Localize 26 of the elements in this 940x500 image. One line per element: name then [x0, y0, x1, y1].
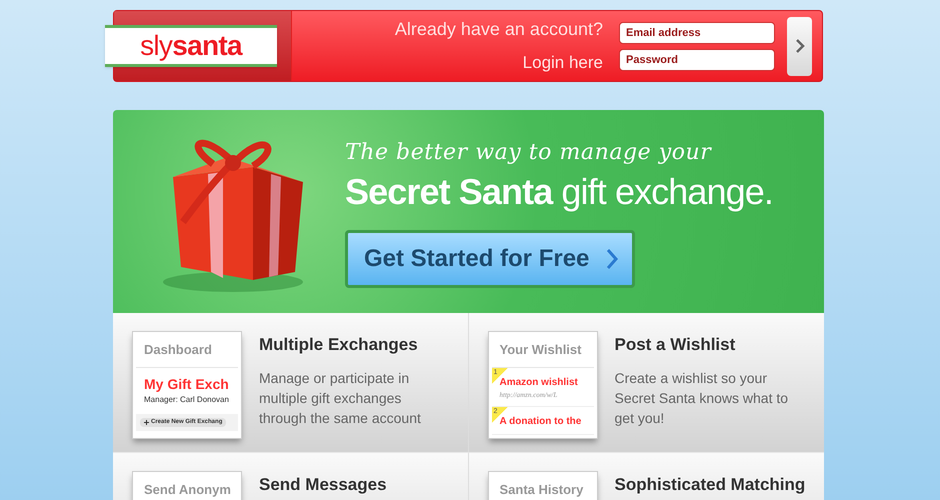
feature-title: Send Messages: [259, 474, 387, 496]
chevron-right-icon: [605, 246, 620, 270]
thumbnail-heading: Dashboard: [144, 342, 212, 357]
feature-description: Create a wishlist so your Secret Santa knows what to get you!: [614, 368, 790, 428]
thumbnail-heading: Your Wishlist: [500, 342, 582, 357]
thumbnail-heading: Send Anonym: [144, 482, 231, 497]
feature-title: Sophisticated Matching: [614, 474, 806, 496]
tagline: The better way to manage your: [345, 138, 713, 166]
login-label: Login here: [522, 52, 603, 74]
wishlist-item: A donation to the: [500, 414, 582, 428]
login-prompt: Already have an account?: [394, 18, 603, 42]
chevron-right-icon: [794, 38, 804, 54]
login-button[interactable]: [787, 16, 812, 76]
email-field[interactable]: Email address: [619, 22, 775, 44]
feature-title: Multiple Exchanges: [259, 334, 419, 356]
thumbnail-caption: Manager: Carl Donovan: [143, 394, 230, 406]
get-started-button[interactable]: Get Started for Free: [345, 230, 635, 288]
thumbnail-heading: Santa History: [500, 482, 584, 497]
plus-icon: [144, 420, 149, 424]
wishlist-item: Amazon wishlist: [500, 376, 579, 390]
feature-title: Post a Wishlist: [614, 334, 736, 356]
thumbnail-title: My Gift Exch: [143, 375, 230, 394]
password-field[interactable]: Password: [619, 48, 775, 70]
logo: slysanta: [140, 29, 242, 63]
headline: Secret Santa gift exchange.: [345, 170, 773, 214]
feature-description: Manage or participate in multiple gift exchanges through the same account: [259, 368, 422, 428]
